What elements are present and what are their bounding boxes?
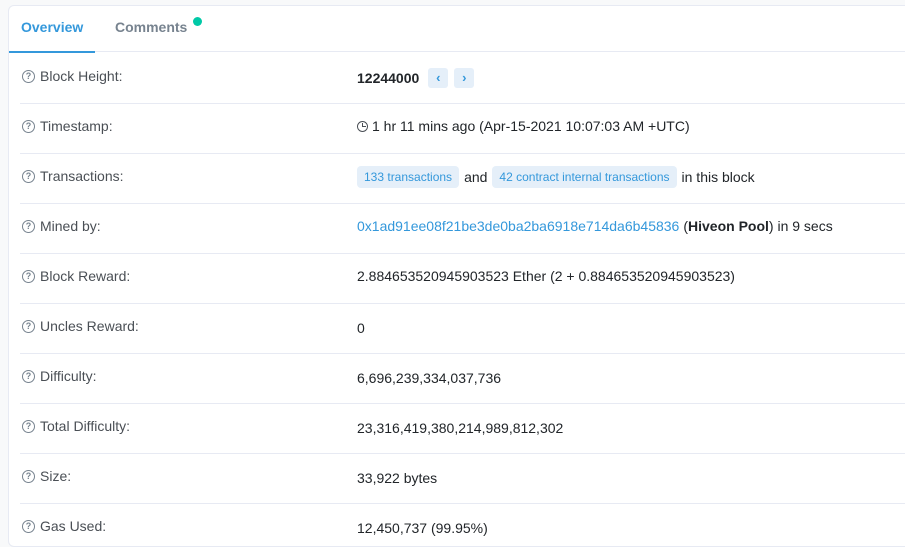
comments-notification-dot: [193, 17, 202, 26]
help-icon[interactable]: ?: [22, 69, 35, 83]
label-total-difficulty: ? Total Difficulty:: [22, 418, 130, 434]
in-block-text: in this block: [681, 169, 755, 185]
label-text: Size:: [40, 468, 72, 484]
label-transactions: ? Transactions:: [22, 168, 124, 184]
and-text: and: [464, 169, 488, 185]
label-text: Difficulty:: [40, 368, 97, 384]
label-text: Transactions:: [40, 168, 124, 184]
tab-overview-label: Overview: [21, 19, 84, 35]
help-icon[interactable]: ?: [22, 419, 35, 433]
transactions-link[interactable]: 133 transactions: [357, 166, 460, 188]
value-block-height: 12244000 ‹ ›: [357, 68, 475, 88]
active-tab-indicator: [9, 51, 96, 53]
mined-time-text: ) in 9 secs: [768, 218, 833, 234]
label-block-reward: ? Block Reward:: [22, 268, 130, 284]
row-timestamp: ? Timestamp: 1 hr 11 mins ago (Apr-15-20…: [20, 104, 905, 154]
tab-comments-label: Comments: [115, 19, 188, 35]
value-uncles-reward: 0: [357, 320, 365, 336]
help-icon[interactable]: ?: [22, 319, 35, 333]
help-icon[interactable]: ?: [22, 369, 35, 383]
difficulty-text: 6,696,239,334,037,736: [357, 370, 502, 386]
label-text: Block Reward:: [40, 268, 131, 284]
next-block-button[interactable]: ›: [454, 68, 475, 88]
row-block-reward: ? Block Reward: 2.884653520945903523 Eth…: [20, 254, 905, 304]
row-uncles-reward: ? Uncles Reward: 0: [20, 304, 905, 354]
size-text: 33,922 bytes: [357, 470, 438, 486]
label-difficulty: ? Difficulty:: [22, 368, 97, 384]
label-mined-by: ? Mined by:: [22, 218, 101, 234]
row-difficulty: ? Difficulty: 6,696,239,334,037,736: [20, 354, 905, 404]
block-number: 12244000: [357, 70, 420, 86]
label-size: ? Size:: [22, 468, 71, 484]
row-block-height: ? Block Height: 12244000 ‹ ›: [20, 54, 905, 104]
value-block-reward: 2.884653520945903523 Ether (2 + 0.884653…: [357, 268, 735, 284]
value-difficulty: 6,696,239,334,037,736: [357, 370, 501, 386]
label-text: Total Difficulty:: [40, 418, 130, 434]
total-difficulty-text: 23,316,419,380,214,989,812,302: [357, 420, 564, 436]
miner-pool-name: Hiveon Pool: [688, 218, 769, 234]
value-timestamp: 1 hr 11 mins ago (Apr-15-2021 10:07:03 A…: [357, 118, 690, 134]
row-total-difficulty: ? Total Difficulty: 23,316,419,380,214,9…: [20, 404, 905, 454]
value-transactions: 133 transactions and 42 contract interna…: [357, 166, 755, 188]
label-text: Gas Used:: [40, 518, 107, 534]
help-icon[interactable]: ?: [22, 219, 35, 233]
gas-used-text: 12,450,737 (99.95%): [357, 520, 488, 536]
help-icon[interactable]: ?: [22, 469, 35, 483]
details-list: ? Block Height: 12244000 ‹ › ? Timestamp…: [20, 54, 905, 546]
tab-bar: Overview Comments: [9, 6, 905, 53]
row-size: ? Size: 33,922 bytes: [20, 454, 905, 504]
value-size: 33,922 bytes: [357, 470, 437, 486]
value-total-difficulty: 23,316,419,380,214,989,812,302: [357, 420, 563, 436]
tab-overview[interactable]: Overview: [9, 6, 96, 53]
label-gas-used: ? Gas Used:: [22, 518, 106, 534]
label-text: Timestamp:: [40, 118, 113, 134]
block-reward-text: 2.884653520945903523 Ether (2 + 0.884653…: [357, 268, 735, 284]
value-mined-by: 0x1ad91ee08f21be3de0ba2ba6918e714da6b458…: [357, 218, 833, 234]
prev-block-button[interactable]: ‹: [428, 68, 449, 88]
label-text: Block Height:: [40, 68, 123, 84]
row-transactions: ? Transactions: 133 transactions and 42 …: [20, 154, 905, 204]
block-details-card: Overview Comments ? Block Height: 122440…: [8, 5, 905, 547]
clock-icon: [357, 120, 368, 132]
help-icon[interactable]: ?: [22, 119, 35, 133]
help-icon[interactable]: ?: [22, 519, 35, 533]
row-gas-used: ? Gas Used: 12,450,737 (99.95%): [20, 504, 905, 546]
value-gas-used: 12,450,737 (99.95%): [357, 520, 488, 536]
tab-comments[interactable]: Comments: [115, 6, 187, 52]
uncles-reward-text: 0: [357, 320, 365, 336]
help-icon[interactable]: ?: [22, 169, 35, 183]
label-block-height: ? Block Height:: [22, 68, 122, 84]
miner-address-link[interactable]: 0x1ad91ee08f21be3de0ba2ba6918e714da6b458…: [357, 218, 679, 234]
label-timestamp: ? Timestamp:: [22, 118, 113, 134]
label-uncles-reward: ? Uncles Reward:: [22, 318, 139, 334]
label-text: Uncles Reward:: [40, 318, 139, 334]
timestamp-text: 1 hr 11 mins ago (Apr-15-2021 10:07:03 A…: [372, 118, 690, 134]
row-mined-by: ? Mined by: 0x1ad91ee08f21be3de0ba2ba691…: [20, 204, 905, 254]
internal-transactions-link[interactable]: 42 contract internal transactions: [492, 166, 677, 188]
label-text: Mined by:: [40, 218, 101, 234]
help-icon[interactable]: ?: [22, 269, 35, 283]
